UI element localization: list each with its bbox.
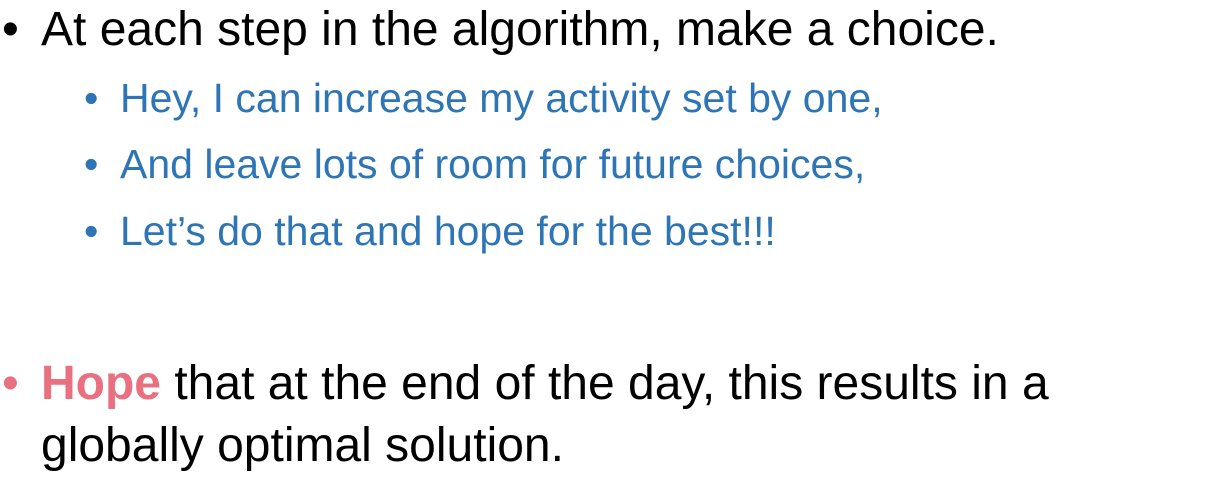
slide-content: • At each step in the algorithm, make a … (0, 0, 1228, 483)
sub-bullet-text-2: And leave lots of room for future choice… (120, 141, 866, 187)
bullet-dot-emphasis: • (2, 357, 19, 410)
bullet-text-2-rest: that at the end of the day, this results… (161, 357, 1049, 410)
sub-bullet-text-3: Let’s do that and hope for the best!!! (120, 208, 776, 254)
bullet-text-2-line-2: globally optimal solution. (41, 419, 564, 472)
bullet-text-2: Hope that at the end of the day, this re… (41, 356, 1049, 412)
hope-emphasis: Hope (41, 357, 161, 410)
sub-bullet-text-1: Hey, I can increase my activity set by o… (120, 75, 883, 121)
sub-bullet-dot: • (84, 208, 99, 254)
sub-bullet-dot: • (84, 75, 99, 121)
bullet-dot: • (2, 3, 19, 56)
sub-bullet-dot: • (84, 141, 99, 187)
bullet-text-1: At each step in the algorithm, make a ch… (41, 3, 999, 56)
